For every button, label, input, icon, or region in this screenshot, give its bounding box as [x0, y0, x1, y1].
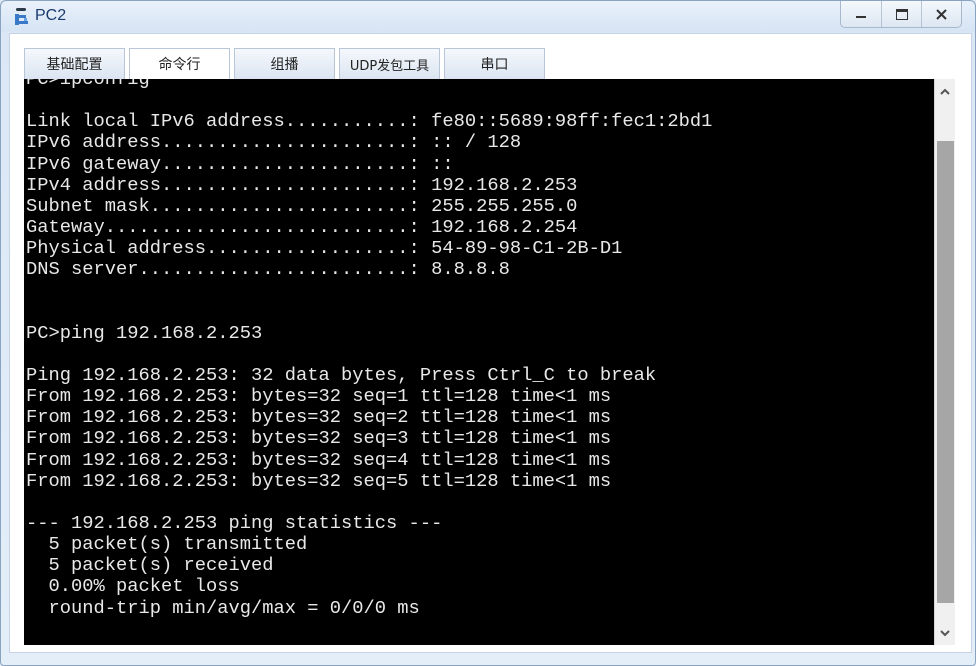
tab-label: 基础配置: [46, 57, 103, 73]
title-bar[interactable]: PC2: [1, 1, 975, 33]
terminal-line: Gateway...........................: 192.…: [26, 215, 578, 238]
tab-multicast[interactable]: 组播: [234, 48, 335, 79]
terminal-line: 5 packet(s) transmitted: [26, 533, 308, 556]
minimize-icon: [856, 16, 866, 18]
close-button[interactable]: [921, 1, 961, 27]
pc2-window: PC2 基础配置 命令行 组播 UDP发包工具 串口 PC>ipconfig Li…: [0, 0, 976, 666]
terminal-line: Subnet mask.......................: 255.…: [26, 194, 578, 217]
close-icon: [936, 8, 947, 20]
terminal-line: --- 192.168.2.253 ping statistics ---: [26, 511, 443, 534]
chevron-up-icon: [940, 88, 950, 95]
tab-label: UDP发包工具: [349, 58, 430, 74]
terminal-line: From 192.168.2.253: bytes=32 seq=3 ttl=1…: [26, 427, 612, 450]
terminal-line: DNS server........................: 8.8.…: [26, 258, 510, 281]
terminal-line: Link local IPv6 address...........: fe80…: [26, 110, 713, 133]
terminal-console[interactable]: PC>ipconfig Link local IPv6 address......…: [24, 79, 934, 645]
tab-bar: 基础配置 命令行 组播 UDP发包工具 串口: [24, 48, 545, 80]
window-title: PC2: [35, 7, 67, 24]
terminal-line: From 192.168.2.253: bytes=32 seq=2 ttl=1…: [26, 406, 612, 429]
tab-basic-config[interactable]: 基础配置: [24, 48, 125, 79]
terminal-line: PC>ipconfig: [26, 79, 150, 90]
scroll-down-button[interactable]: [935, 623, 955, 643]
terminal-line: IPv6 gateway......................: ::: [26, 152, 454, 175]
terminal-line: Ping 192.168.2.253: 32 data bytes, Press…: [26, 363, 657, 386]
tab-serial-port[interactable]: 串口: [444, 48, 545, 79]
chevron-down-icon: [940, 629, 950, 636]
minimize-button[interactable]: [841, 1, 881, 27]
terminal-line: IPv6 address......................: :: /…: [26, 131, 522, 154]
maximize-icon: [895, 8, 908, 20]
terminal-line: round-trip min/avg/max = 0/0/0 ms: [26, 596, 420, 619]
terminal-line: From 192.168.2.253: bytes=32 seq=4 ttl=1…: [26, 448, 612, 471]
terminal-line: From 192.168.2.253: bytes=32 seq=1 ttl=1…: [26, 385, 612, 408]
terminal-line: 5 packet(s) received: [26, 554, 274, 577]
terminal-line: From 192.168.2.253: bytes=32 seq=5 ttl=1…: [26, 469, 612, 492]
tab-command-line[interactable]: 命令行: [129, 48, 230, 79]
tab-label: 组播: [270, 57, 299, 73]
vertical-scrollbar[interactable]: [934, 79, 955, 645]
tab-udp-tool[interactable]: UDP发包工具: [339, 48, 440, 79]
maximize-button[interactable]: [881, 1, 921, 27]
tab-label: 命令行: [158, 57, 201, 73]
scroll-up-button[interactable]: [935, 81, 955, 101]
terminal-line: IPv4 address......................: 192.…: [26, 173, 578, 196]
terminal-output: PC>ipconfig Link local IPv6 address......…: [26, 79, 712, 640]
terminal-line: PC>ping 192.168.2.253: [26, 321, 263, 344]
terminal-line: 0.00% packet loss: [26, 575, 240, 598]
client-area: 基础配置 命令行 组播 UDP发包工具 串口 PC>ipconfig Link l…: [9, 33, 972, 653]
terminal-line: Physical address..................: 54-8…: [26, 237, 623, 260]
window-controls: [840, 1, 962, 28]
scrollbar-thumb[interactable]: [937, 141, 954, 603]
tab-label: 串口: [480, 57, 509, 73]
pc-device-icon: [15, 8, 28, 25]
